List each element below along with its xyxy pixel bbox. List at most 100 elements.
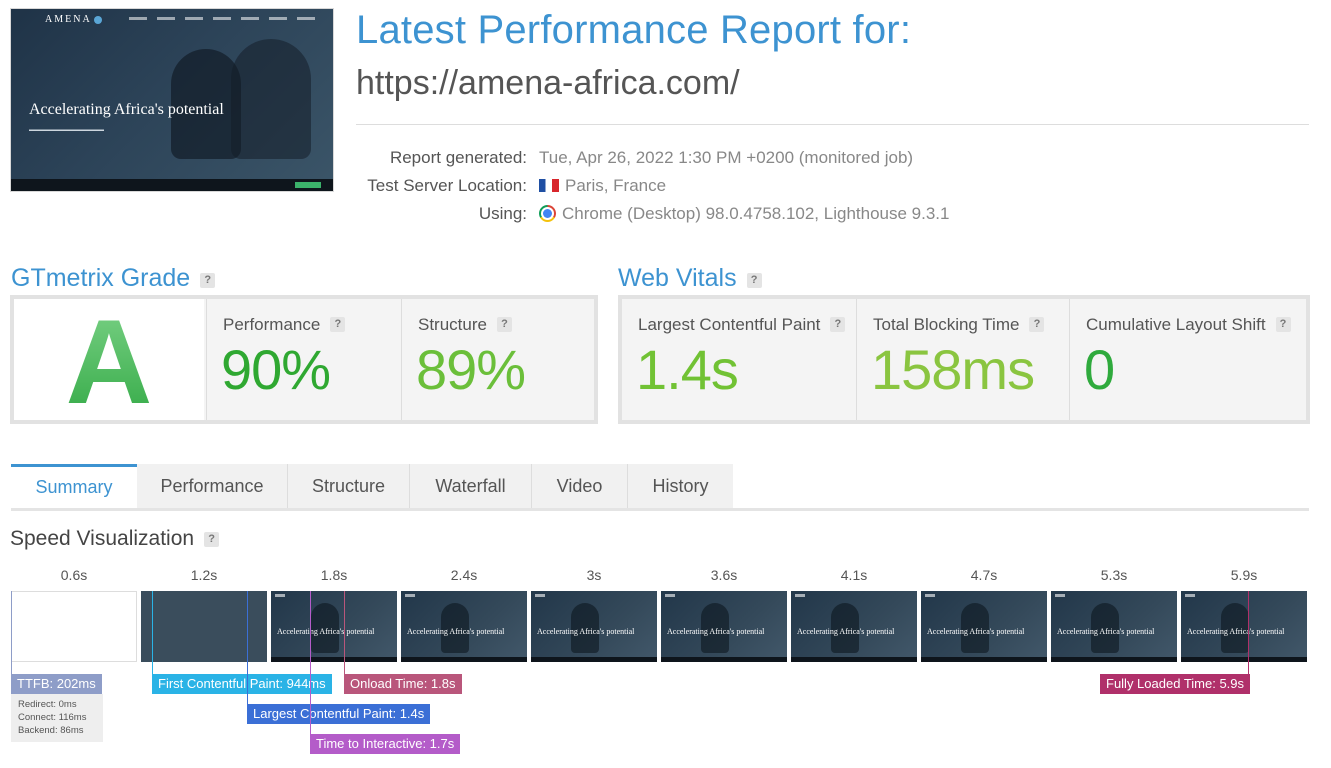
- fcp-marker-line: [152, 591, 153, 674]
- frame-time-label: 5.3s: [1100, 567, 1128, 583]
- tab-summary[interactable]: Summary: [11, 464, 137, 508]
- lcp-metric: Largest Contentful Paint? 1.4s: [622, 299, 856, 420]
- frame-time-label: 5.9s: [1230, 567, 1258, 583]
- frame-caption: Accelerating Africa's potential: [1187, 627, 1285, 636]
- tab-performance[interactable]: Performance: [137, 464, 288, 508]
- filmstrip-frame[interactable]: Accelerating Africa's potential: [531, 591, 657, 662]
- help-icon[interactable]: ?: [204, 532, 220, 547]
- using-label: Using:: [478, 204, 527, 223]
- filmstrip-frame[interactable]: Accelerating Africa's potential: [921, 591, 1047, 662]
- grade-panel: A Performance? 90% Structure? 89%: [10, 295, 598, 429]
- help-icon[interactable]: ?: [330, 317, 346, 332]
- performance-value: 90%: [221, 338, 331, 401]
- frame-time-label: 3.6s: [710, 567, 738, 583]
- onload-marker-label: Onload Time: 1.8s: [344, 674, 462, 694]
- web-vitals-title: Web Vitals?: [618, 264, 762, 293]
- frame-caption: Accelerating Africa's potential: [407, 627, 505, 636]
- backend-time: Backend: 86ms: [18, 725, 84, 736]
- fcp-marker-label: First Contentful Paint: 944ms: [152, 674, 332, 694]
- frame-caption: Accelerating Africa's potential: [277, 627, 375, 636]
- fully-loaded-marker-line: [1248, 591, 1249, 674]
- onload-marker-line: [344, 591, 345, 674]
- lcp-marker-label: Largest Contentful Paint: 1.4s: [247, 704, 431, 724]
- tbt-metric: Total Blocking Time? 158ms: [857, 299, 1069, 420]
- filmstrip-frame[interactable]: [141, 591, 267, 662]
- grade-cell: A: [14, 295, 204, 429]
- filmstrip-frame[interactable]: [11, 591, 137, 662]
- thumbnail-brand: AMENA: [45, 14, 102, 25]
- help-icon[interactable]: ?: [1029, 317, 1045, 332]
- thumbnail-subline: ▬▬▬▬▬▬▬▬▬▬▬▬▬▬▬: [29, 127, 104, 133]
- filmstrip-frame[interactable]: Accelerating Africa's potential: [791, 591, 917, 662]
- filmstrip-frame[interactable]: Accelerating Africa's potential: [401, 591, 527, 662]
- frame-time-label: 0.6s: [60, 567, 88, 583]
- page-screenshot-thumbnail[interactable]: AMENA Accelerating Africa's potential ▬▬…: [11, 9, 333, 191]
- using-value: Chrome (Desktop) 98.0.4758.102, Lighthou…: [539, 204, 949, 224]
- server-location-label: Test Server Location:: [367, 176, 527, 195]
- filmstrip-frame[interactable]: Accelerating Africa's potential: [1181, 591, 1307, 662]
- filmstrip-frame[interactable]: Accelerating Africa's potential: [661, 591, 787, 662]
- frame-time-label: 1.8s: [320, 567, 348, 583]
- ttfb-marker-label: TTFB: 202ms: [11, 674, 102, 694]
- tab-history[interactable]: History: [628, 464, 733, 508]
- frame-time-label: 4.7s: [970, 567, 998, 583]
- tab-underline: [11, 508, 1309, 511]
- brand-logo-icon: [93, 15, 102, 24]
- grade-letter: A: [14, 293, 204, 431]
- tti-marker-line: [310, 591, 311, 734]
- frame-caption: Accelerating Africa's potential: [537, 627, 635, 636]
- frame-time-label: 4.1s: [840, 567, 868, 583]
- frame-time-label: 1.2s: [190, 567, 218, 583]
- help-icon[interactable]: ?: [1275, 317, 1291, 332]
- frame-caption: Accelerating Africa's potential: [797, 627, 895, 636]
- structure-value: 89%: [416, 338, 526, 401]
- fully-loaded-marker-label: Fully Loaded Time: 5.9s: [1100, 674, 1251, 694]
- thumbnail-nav: [129, 17, 319, 20]
- structure-metric: Structure? 89%: [402, 299, 594, 420]
- performance-label: Performance?: [223, 315, 346, 335]
- france-flag-icon: [539, 179, 559, 192]
- structure-label: Structure?: [418, 315, 512, 335]
- frame-caption: Accelerating Africa's potential: [927, 627, 1025, 636]
- cls-label: Cumulative Layout Shift?: [1086, 315, 1291, 335]
- ttfb-marker-line: [11, 591, 12, 674]
- filmstrip-frame[interactable]: Accelerating Africa's potential: [271, 591, 397, 662]
- web-vitals-panel: Largest Contentful Paint? 1.4s Total Blo…: [618, 295, 1310, 424]
- header-divider: [356, 124, 1309, 125]
- help-icon[interactable]: ?: [830, 317, 846, 332]
- tab-video[interactable]: Video: [532, 464, 628, 508]
- help-icon[interactable]: ?: [200, 273, 216, 288]
- redirect-time: Redirect: 0ms: [18, 699, 77, 710]
- tab-structure[interactable]: Structure: [288, 464, 410, 508]
- filmstrip-frame[interactable]: Accelerating Africa's potential: [1051, 591, 1177, 662]
- help-icon[interactable]: ?: [496, 317, 512, 332]
- frame-time-label: 3s: [586, 567, 602, 583]
- tab-waterfall[interactable]: Waterfall: [410, 464, 532, 508]
- thumbnail-cookie-bar: [11, 179, 333, 191]
- lcp-marker-line: [247, 591, 248, 704]
- report-generated-label: Report generated:: [389, 148, 527, 167]
- report-url[interactable]: https://amena-africa.com/: [356, 64, 740, 103]
- frame-time-label: 2.4s: [450, 567, 478, 583]
- report-generated-value: Tue, Apr 26, 2022 1:30 PM +0200 (monitor…: [539, 148, 914, 167]
- ttfb-breakdown: Redirect: 0ms Connect: 116ms Backend: 86…: [11, 694, 103, 742]
- connect-time: Connect: 116ms: [18, 712, 87, 723]
- help-icon[interactable]: ?: [746, 273, 762, 288]
- thumbnail-headline: Accelerating Africa's potential: [29, 101, 224, 118]
- report-title: Latest Performance Report for:: [356, 8, 912, 52]
- frame-caption: Accelerating Africa's potential: [667, 627, 765, 636]
- thumbnail-figure: [231, 39, 311, 159]
- lcp-value: 1.4s: [636, 338, 739, 401]
- speed-visualization-title: Speed Visualization?: [10, 527, 220, 551]
- server-location-value: Paris, France: [539, 176, 666, 196]
- gtmetrix-grade-title: GTmetrix Grade?: [11, 264, 216, 293]
- chrome-icon: [539, 205, 556, 222]
- performance-metric: Performance? 90%: [207, 299, 401, 420]
- lcp-label: Largest Contentful Paint?: [638, 315, 846, 335]
- tbt-label: Total Blocking Time?: [873, 315, 1045, 335]
- tbt-value: 158ms: [871, 338, 1035, 401]
- frame-caption: Accelerating Africa's potential: [1057, 627, 1155, 636]
- cls-metric: Cumulative Layout Shift? 0: [1070, 299, 1306, 420]
- tti-marker-label: Time to Interactive: 1.7s: [310, 734, 461, 754]
- cls-value: 0: [1084, 338, 1115, 401]
